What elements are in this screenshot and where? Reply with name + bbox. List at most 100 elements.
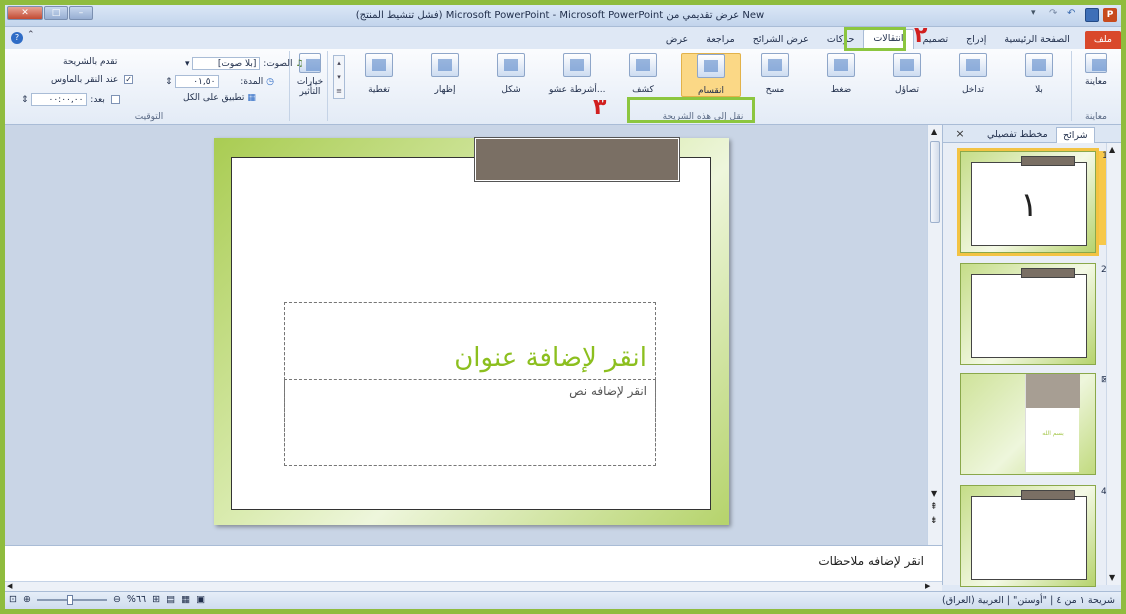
tab-view[interactable]: عرض bbox=[657, 31, 697, 49]
slide-thumbnail-2[interactable] bbox=[960, 263, 1096, 365]
slide-sorter-view-icon[interactable]: ▦ bbox=[181, 594, 190, 605]
help-icon[interactable]: ? bbox=[11, 32, 23, 44]
tab-home[interactable]: الصفحة الرئيسية bbox=[995, 31, 1079, 49]
transition-shape[interactable]: شكل bbox=[483, 53, 539, 95]
minimize-ribbon-icon[interactable]: ⌃ bbox=[27, 30, 35, 40]
sound-control[interactable]: ♫ الصوت: [بلا صوت] ▾ bbox=[185, 57, 303, 70]
chevron-down-icon[interactable]: ▾ bbox=[185, 59, 190, 69]
zoom-slider[interactable] bbox=[36, 594, 107, 605]
thumbnail-tab-decoration bbox=[1021, 156, 1075, 166]
ribbon-tabs-row: ? ⌃ ملف الصفحة الرئيسية إدراج تصميم انتق… bbox=[5, 27, 1121, 49]
maximize-window-button[interactable]: □ bbox=[44, 6, 68, 20]
group-separator bbox=[327, 51, 328, 121]
transition-fade-icon bbox=[959, 53, 987, 77]
slide-thumbnail-1[interactable]: ١ bbox=[957, 148, 1099, 256]
transition-uncover[interactable]: إظهار bbox=[417, 53, 473, 95]
clock-icon: ◷ bbox=[266, 77, 274, 87]
subtitle-placeholder[interactable]: انقر لإضافه نص bbox=[284, 380, 656, 466]
scroll-down-icon[interactable]: ▼ bbox=[1109, 573, 1115, 582]
transition-none[interactable]: بلا bbox=[1011, 53, 1067, 95]
transition-shape-icon bbox=[497, 53, 525, 77]
transition-random-bars[interactable]: أشرطة عشو... bbox=[549, 53, 606, 95]
tab-insert[interactable]: إدراج bbox=[957, 31, 995, 49]
transition-push[interactable]: ضغط bbox=[813, 53, 869, 95]
checkbox-unchecked-icon[interactable] bbox=[110, 95, 120, 104]
scrollbar-thumb[interactable] bbox=[930, 141, 940, 223]
preview-button[interactable]: معاينة bbox=[1073, 53, 1119, 87]
group-separator bbox=[1071, 51, 1072, 121]
subtitle-placeholder-text: انقر لإضافه نص bbox=[569, 384, 647, 398]
zoom-out-icon[interactable]: ⊖ bbox=[113, 594, 121, 605]
slide-thumbnail-3[interactable]: بسم الله bbox=[960, 373, 1096, 475]
spinner-icon[interactable]: ⇕ bbox=[165, 77, 173, 87]
close-pane-icon[interactable]: × bbox=[953, 127, 967, 141]
customize-qat-icon[interactable]: ▾ bbox=[1031, 8, 1045, 22]
horizontal-scrollbar[interactable]: ◀ ▶ bbox=[5, 581, 942, 591]
transition-wipe[interactable]: مسح bbox=[747, 53, 803, 95]
scroll-up-icon[interactable]: ▲ bbox=[1109, 145, 1115, 154]
status-separator: | bbox=[1003, 595, 1010, 606]
pane-tabs: شرائح مخطط تفصيلي × bbox=[943, 125, 1121, 143]
slide-vertical-scrollbar[interactable]: ▲ ▼ ⇞ ⇟ bbox=[927, 125, 942, 545]
duration-input[interactable]: ٠١,٥٠ bbox=[175, 75, 220, 88]
highlight-transitions-tab bbox=[844, 27, 906, 51]
zoom-level[interactable]: %٦٦ bbox=[127, 594, 146, 605]
spinner-icon[interactable]: ⇕ bbox=[21, 95, 29, 105]
slide-content-area: انقر لإضافة عنوان انقر لإضافه نص bbox=[231, 157, 711, 510]
transition-shrink[interactable]: تصاؤل bbox=[879, 53, 935, 95]
tab-review[interactable]: مراجعة bbox=[697, 31, 744, 49]
preview-icon bbox=[1085, 53, 1107, 73]
status-separator: | bbox=[1047, 595, 1054, 606]
scroll-right-icon[interactable]: ▶ bbox=[925, 582, 930, 590]
tab-slide-show[interactable]: عرض الشرائح bbox=[744, 31, 818, 49]
notes-pane[interactable]: انقر لإضافه ملاحظات bbox=[5, 545, 942, 581]
undo-icon[interactable]: ↶ bbox=[1067, 8, 1081, 22]
thumbnail-text: بسم الله bbox=[1042, 430, 1064, 437]
close-window-button[interactable]: ✕ bbox=[7, 6, 43, 20]
transition-split[interactable]: انقسام bbox=[681, 53, 741, 97]
ribbon-transitions: معاينة معاينة بلا تداخل تصاؤل ضغط مسح ان… bbox=[5, 49, 1121, 125]
transition-reveal[interactable]: كشف bbox=[615, 53, 671, 95]
minimize-window-button[interactable]: – bbox=[69, 6, 93, 20]
after-control[interactable]: بعد: ٠٠:٠٠,٠٠ ⇕ bbox=[21, 93, 120, 106]
scroll-up-icon[interactable]: ▲ bbox=[931, 127, 937, 136]
after-input[interactable]: ٠٠:٠٠,٠٠ bbox=[31, 93, 88, 106]
pane-scrollbar[interactable]: ▲ ▼ bbox=[1106, 143, 1120, 585]
language-indicator[interactable]: العربية (العراق) bbox=[942, 595, 1004, 606]
slide-show-view-icon[interactable]: ⊞ bbox=[152, 594, 160, 605]
scroll-left-icon[interactable]: ◀ bbox=[7, 582, 12, 590]
slide-canvas[interactable]: انقر لإضافة عنوان انقر لإضافه نص bbox=[214, 137, 729, 525]
tab-file[interactable]: ملف bbox=[1084, 31, 1121, 49]
sound-select[interactable]: [بلا صوت] bbox=[192, 57, 261, 70]
title-placeholder[interactable]: انقر لإضافة عنوان bbox=[284, 302, 656, 380]
reading-view-icon[interactable]: ▤ bbox=[166, 594, 175, 605]
previous-slide-icon[interactable]: ⇞ bbox=[930, 503, 938, 512]
powerpoint-logo-icon: P bbox=[1103, 8, 1117, 22]
highlight-transitions-group bbox=[627, 97, 755, 123]
transition-split-icon bbox=[697, 54, 725, 78]
next-slide-icon[interactable]: ⇟ bbox=[930, 517, 938, 526]
transition-cover[interactable]: تغطية bbox=[351, 53, 407, 95]
fit-to-window-icon[interactable]: ⊡ bbox=[9, 594, 17, 605]
apply-to-all-button[interactable]: ▦ تطبيق على الكل bbox=[183, 93, 256, 103]
scroll-down-icon[interactable]: ▼ bbox=[931, 489, 937, 498]
tab-outline[interactable]: مخطط تفصيلي bbox=[981, 127, 1054, 143]
gallery-scroll-control[interactable]: ▴ ▾ ≡ bbox=[333, 55, 345, 99]
tab-slides[interactable]: شرائح bbox=[1056, 127, 1095, 143]
status-info: شريحة ١ من ٤ | "أوستن" | العربية (العراق… bbox=[942, 595, 1115, 606]
zoom-in-icon[interactable]: ⊕ bbox=[23, 594, 31, 605]
advance-slide-label: تقدم بالشريحة bbox=[63, 57, 118, 67]
notes-placeholder: انقر لإضافه ملاحظات bbox=[818, 554, 924, 568]
annotation-number-2: ٢ bbox=[914, 23, 928, 48]
normal-view-icon[interactable]: ▣ bbox=[196, 594, 205, 605]
save-icon[interactable] bbox=[1085, 8, 1099, 22]
slide-thumbnail-4[interactable] bbox=[960, 485, 1096, 587]
duration-control[interactable]: ◷ المدة: ٠١,٥٠ ⇕ bbox=[165, 75, 274, 88]
transition-fade[interactable]: تداخل bbox=[945, 53, 1001, 95]
thumbnail-content bbox=[971, 496, 1087, 580]
transition-cover-icon bbox=[365, 53, 393, 77]
redo-icon[interactable]: ↷ bbox=[1049, 8, 1063, 22]
zoom-slider-knob[interactable] bbox=[66, 594, 73, 605]
on-mouse-click-checkbox[interactable]: ✓ عند النقر بالماوس bbox=[51, 75, 134, 85]
checkbox-checked-icon[interactable]: ✓ bbox=[124, 75, 134, 84]
